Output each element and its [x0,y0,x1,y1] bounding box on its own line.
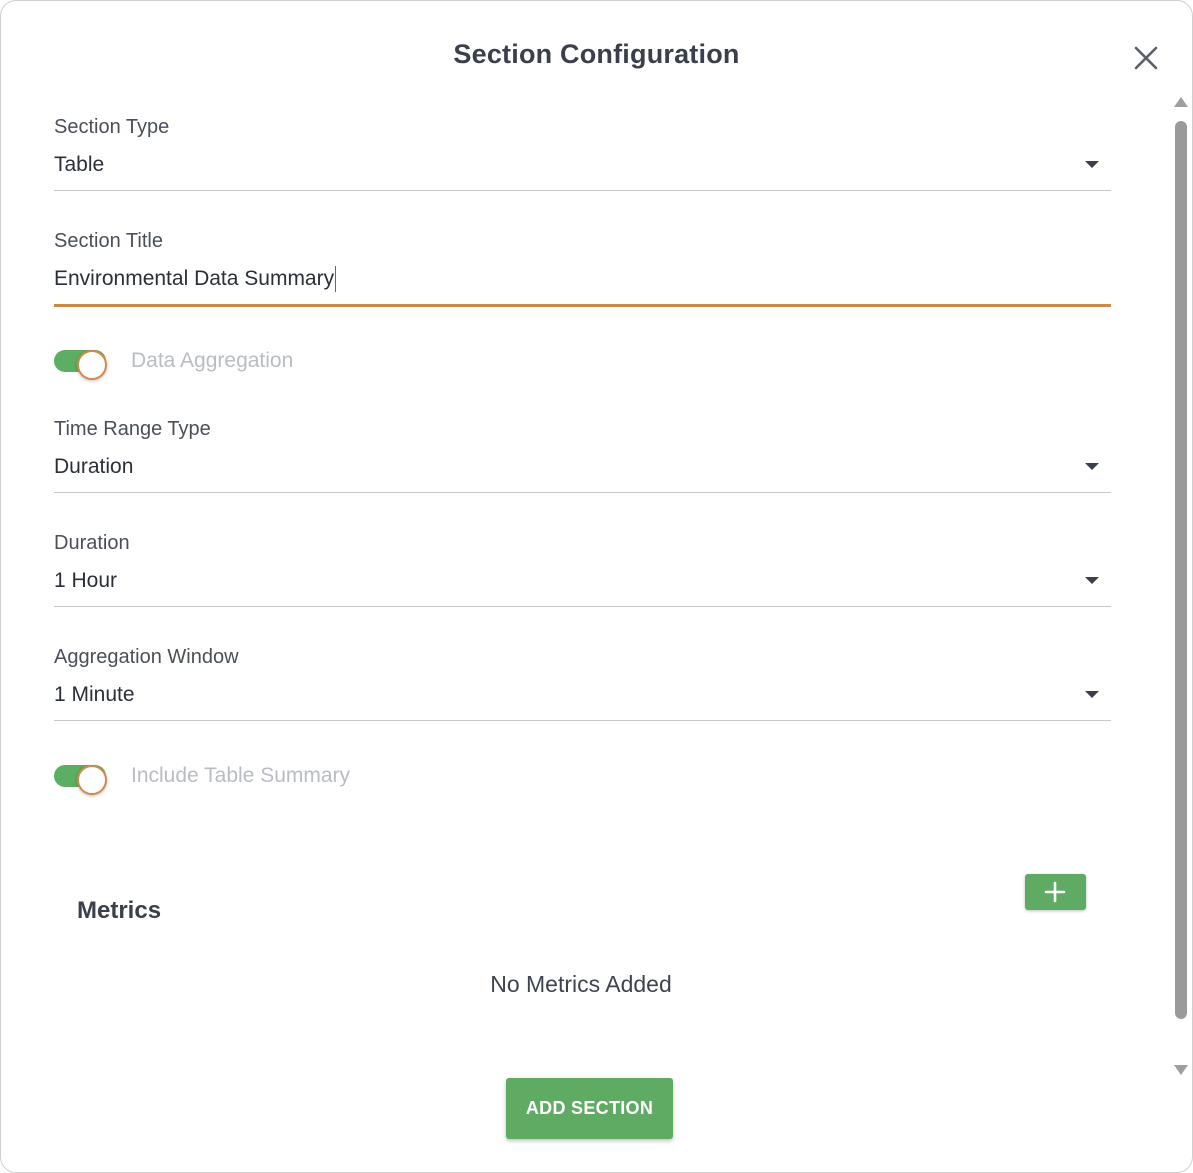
scroll-up-arrow-icon[interactable] [1174,97,1188,107]
field-underline [54,492,1111,493]
data-aggregation-toggle[interactable] [54,350,107,380]
field-underline-focused [54,304,1111,307]
metrics-heading: Metrics [77,897,162,924]
no-metrics-message: No Metrics Added [490,971,672,997]
duration-value: 1 Hour [54,569,118,592]
toggle-thumb[interactable] [77,350,107,380]
section-type-label: Section Type [54,116,170,138]
caret-down-icon [1085,161,1099,168]
close-button[interactable] [1129,41,1163,75]
field-underline [54,720,1111,721]
dialog-title: Section Configuration [453,39,740,69]
toggle-thumb[interactable] [77,765,107,795]
field-underline [54,190,1111,191]
text-cursor [335,266,337,292]
include-table-summary-toggle-row: Include Table Summary [54,759,554,795]
aggregation-window-value: 1 Minute [54,683,135,706]
section-title-label: Section Title [54,230,163,252]
scrollbar[interactable] [1173,97,1189,1075]
section-configuration-dialog: Section Configuration Section Type Table… [0,0,1193,1173]
aggregation-window-select[interactable]: Aggregation Window 1 Minute [54,645,1111,721]
section-type-select[interactable]: Section Type Table [54,115,1111,191]
add-metric-button[interactable] [1025,874,1086,910]
time-range-type-value: Duration [54,455,134,478]
include-table-summary-label: Include Table Summary [131,764,351,787]
aggregation-window-label: Aggregation Window [54,646,239,668]
caret-down-icon [1085,463,1099,470]
section-title-field[interactable]: Section Title Environmental Data Summary [54,229,1111,307]
scroll-down-arrow-icon[interactable] [1174,1065,1188,1075]
data-aggregation-label: Data Aggregation [131,349,294,372]
time-range-type-label: Time Range Type [54,418,211,440]
data-aggregation-toggle-row: Data Aggregation [54,344,554,380]
field-underline [54,606,1111,607]
plus-icon [1044,881,1066,903]
close-icon [1134,46,1158,70]
include-table-summary-toggle[interactable] [54,765,107,795]
duration-select[interactable]: Duration 1 Hour [54,531,1111,607]
scrollbar-thumb[interactable] [1175,121,1187,1019]
caret-down-icon [1085,691,1099,698]
time-range-type-select[interactable]: Time Range Type Duration [54,417,1111,493]
section-type-value: Table [54,153,105,176]
add-section-button[interactable]: ADD SECTION [506,1078,673,1139]
section-title-input[interactable]: Environmental Data Summary [54,267,334,290]
duration-label: Duration [54,532,130,554]
caret-down-icon [1085,577,1099,584]
